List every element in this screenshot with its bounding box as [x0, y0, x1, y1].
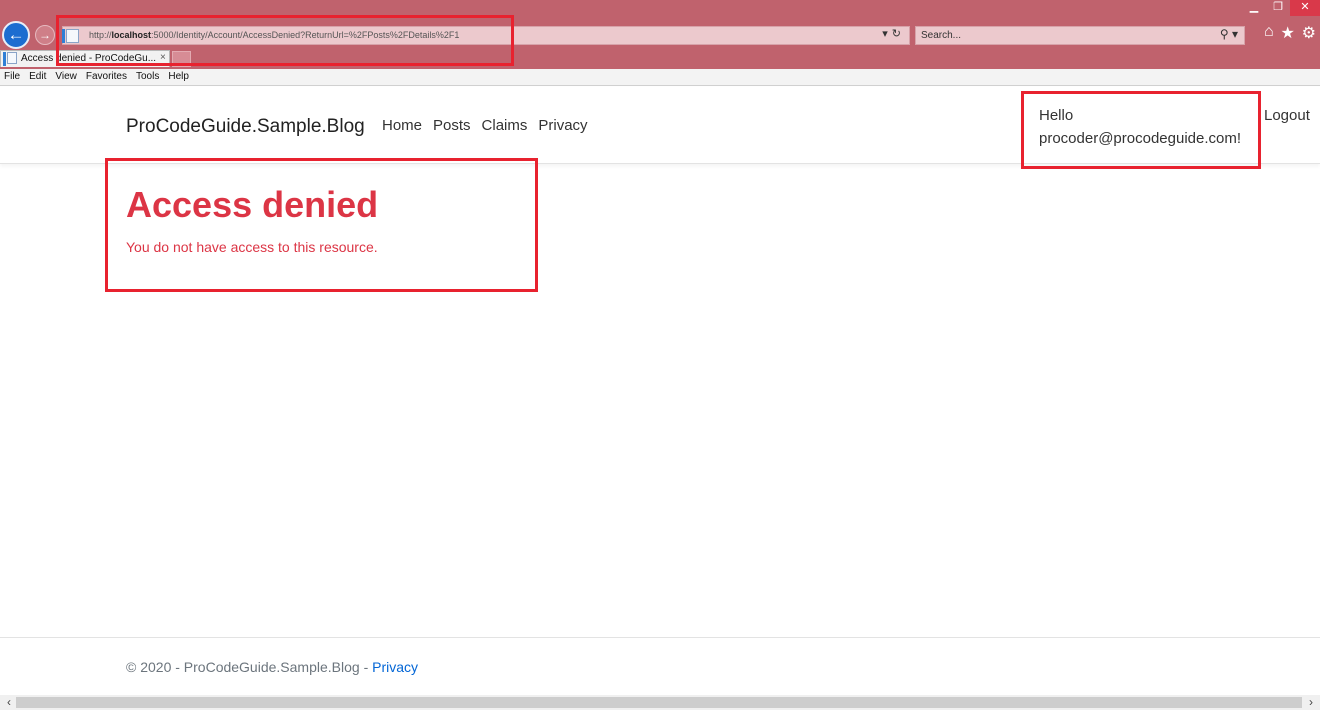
scrollbar-thumb[interactable] [16, 697, 1302, 708]
dropdown-arrow-icon[interactable]: ▾ [882, 28, 892, 40]
site-nav: Home Posts Claims Privacy [382, 117, 599, 134]
nav-privacy[interactable]: Privacy [538, 117, 587, 134]
nav-posts[interactable]: Posts [433, 117, 471, 134]
maximize-icon[interactable]: ❐ [1266, 0, 1290, 16]
scroll-right-icon[interactable]: › [1304, 695, 1318, 710]
footer-privacy-link[interactable]: Privacy [372, 659, 418, 675]
home-icon[interactable]: ⌂ [1264, 23, 1274, 43]
search-icon[interactable]: ⚲ ▾ [1220, 27, 1238, 41]
minimize-icon[interactable]: ▁ [1242, 0, 1266, 16]
menu-edit[interactable]: Edit [29, 69, 46, 85]
horizontal-scrollbar[interactable]: ‹ › [0, 695, 1320, 710]
toolbar-icons: ⌂ ★ ⚙ [1264, 23, 1316, 43]
tab-page-icon [3, 52, 17, 66]
menu-file[interactable]: File [4, 69, 20, 85]
greeting-highlight [1021, 91, 1261, 169]
menu-help[interactable]: Help [168, 69, 189, 85]
footer-text: © 2020 - ProCodeGuide.Sample.Blog - Priv… [126, 659, 418, 675]
menu-bar: File Edit View Favorites Tools Help [0, 69, 1320, 86]
address-tools: ▾↻ [882, 27, 905, 40]
menu-favorites[interactable]: Favorites [86, 69, 127, 85]
logout-button[interactable]: Logout [1264, 107, 1310, 124]
window-controls: ▁ ❐ ✕ [1242, 0, 1320, 16]
favorites-star-icon[interactable]: ★ [1280, 23, 1294, 43]
menu-view[interactable]: View [55, 69, 77, 85]
scroll-left-icon[interactable]: ‹ [2, 695, 16, 710]
nav-home[interactable]: Home [382, 117, 422, 134]
menu-tools[interactable]: Tools [136, 69, 159, 85]
access-denied-highlight [105, 158, 538, 292]
address-bar-highlight [56, 15, 514, 66]
search-input[interactable]: Search... [921, 30, 961, 41]
search-bar[interactable]: Search... ⚲ ▾ [915, 26, 1245, 45]
back-arrow-icon[interactable]: ← [2, 21, 30, 49]
footer-copyright: © 2020 - ProCodeGuide.Sample.Blog - [126, 659, 373, 675]
site-brand[interactable]: ProCodeGuide.Sample.Blog [126, 116, 365, 138]
close-window-icon[interactable]: ✕ [1290, 0, 1320, 16]
forward-arrow-icon[interactable]: → [35, 25, 55, 45]
settings-gear-icon[interactable]: ⚙ [1302, 23, 1316, 43]
site-footer: © 2020 - ProCodeGuide.Sample.Blog - Priv… [0, 637, 1320, 695]
refresh-icon[interactable]: ↻ [892, 28, 905, 40]
nav-claims[interactable]: Claims [482, 117, 528, 134]
